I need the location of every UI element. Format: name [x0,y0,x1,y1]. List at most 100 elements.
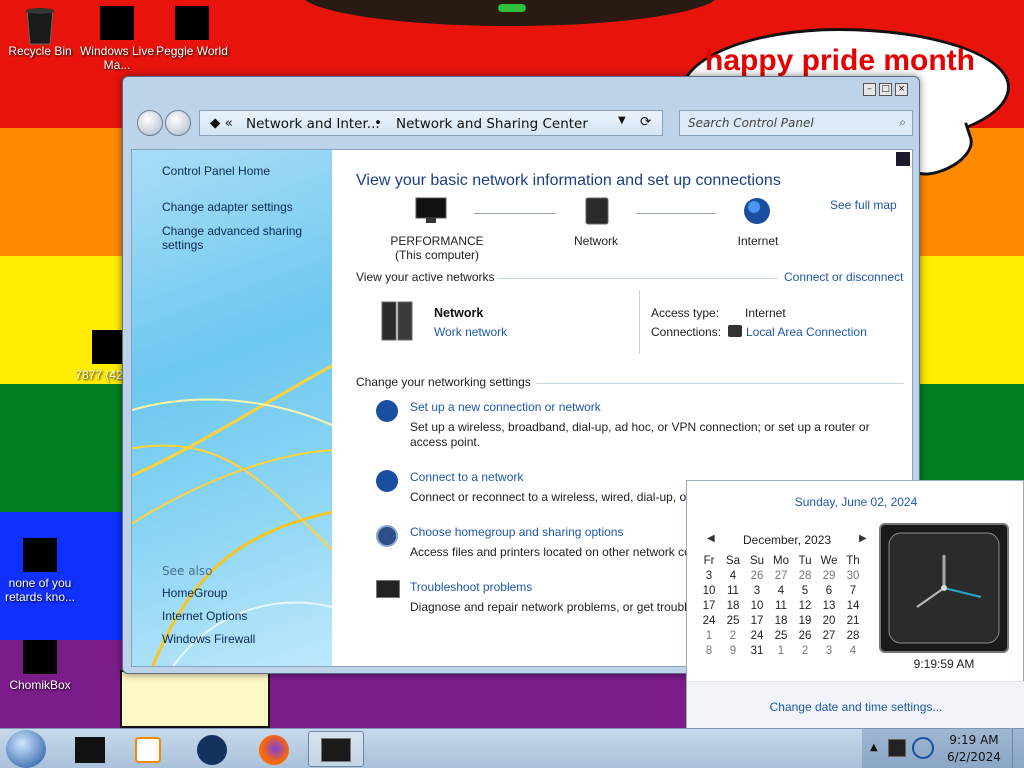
desktop-icon-label: Windows Live Ma... [79,44,155,72]
show-hidden-icons-button[interactable]: ▲ [870,742,878,753]
month-label[interactable]: December, 2023 [743,533,831,547]
desktop-icon-recycle-bin[interactable]: Recycle Bin [0,6,80,58]
day-cell[interactable]: 25 [721,613,745,628]
search-input[interactable]: Search Control Panel ⌕ [679,110,913,136]
maximize-button[interactable]: □ [879,83,892,96]
day-cell[interactable]: 17 [745,613,769,628]
day-cell[interactable]: 11 [769,598,793,613]
taskbar-app-1[interactable] [62,731,118,767]
day-cell[interactable]: 14 [841,598,865,613]
help-icon[interactable] [896,152,910,166]
day-cell[interactable]: 3 [697,568,721,583]
next-month-button[interactable]: ▶ [859,533,867,544]
local-area-connection-link[interactable]: Local Area Connection [746,325,867,339]
connections-label: Connections: [651,325,722,339]
day-cell[interactable]: 21 [841,613,865,628]
day-cell[interactable]: 18 [721,598,745,613]
ethernet-icon [728,325,742,337]
desktop-icon-label: ChomikBox [9,678,71,692]
access-type-value: Internet [745,306,786,320]
taskbar-firefox[interactable] [246,731,302,767]
day-cell[interactable]: 26 [793,628,817,643]
homegroup-link[interactable]: HomeGroup [162,586,227,600]
desktop-icon-windows-live[interactable]: Windows Live Ma... [76,6,158,72]
day-cell[interactable]: 28 [841,628,865,643]
change-adapter-settings-link[interactable]: Change adapter settings [162,200,293,214]
start-button[interactable] [6,730,46,768]
day-cell[interactable]: 3 [817,643,841,658]
week-row: 1 2 24 25 26 27 28 [697,628,865,643]
control-panel-home-link[interactable]: Control Panel Home [162,164,270,178]
day-cell[interactable]: 19 [793,613,817,628]
day-cell[interactable]: 1 [769,643,793,658]
windows-firewall-link[interactable]: Windows Firewall [162,632,255,646]
day-cell[interactable]: 18 [769,613,793,628]
prev-month-button[interactable]: ◀ [707,533,715,544]
tray-app-icon[interactable] [912,737,934,759]
setup-connection-link[interactable]: Set up a new connection or network [410,400,601,414]
back-button[interactable] [137,110,163,136]
show-desktop-button[interactable] [1012,729,1024,768]
day-cell[interactable]: 10 [697,583,721,598]
day-cell[interactable]: 27 [817,628,841,643]
day-cell[interactable]: 2 [793,643,817,658]
desktop-icon-chomikbox[interactable]: ChomikBox [0,640,80,692]
day-cell[interactable]: 3 [745,583,769,598]
taskbar-globe-app[interactable] [184,731,240,767]
day-cell[interactable]: 6 [817,583,841,598]
homegroup-sharing-link[interactable]: Choose homegroup and sharing options [410,525,623,539]
address-bar[interactable]: ◆ « Network and Inter... • Network and S… [199,110,663,136]
troubleshoot-link[interactable]: Troubleshoot problems [410,580,532,594]
change-advanced-sharing-link[interactable]: Change advanced sharing settings [162,224,312,252]
day-cell[interactable]: 4 [841,643,865,658]
day-cell[interactable]: 4 [769,583,793,598]
day-cell[interactable]: 17 [697,598,721,613]
see-full-map-link[interactable]: See full map [830,198,897,212]
day-cell[interactable]: 20 [817,613,841,628]
taskbar: ▲ 9:19 AM 6/2/2024 [0,728,1024,768]
search-icon[interactable]: ⌕ [899,115,906,130]
network-tray-icon[interactable] [888,739,906,757]
day-cell[interactable]: 10 [745,598,769,613]
change-date-time-link[interactable]: Change date and time settings... [687,700,1024,714]
connect-or-disconnect-link[interactable]: Connect or disconnect [784,270,903,284]
dropdown-arrow-icon[interactable]: ▼ [618,115,626,126]
day-cell[interactable]: 30 [841,568,865,583]
day-cell[interactable]: 31 [745,643,769,658]
forward-button[interactable] [165,110,191,136]
day-cell[interactable]: 9 [721,643,745,658]
breadcrumb-network-internet[interactable]: Network and Inter... [246,116,380,132]
desktop-icon-none-of-you[interactable]: none of you retards kno... [0,538,80,604]
day-cell[interactable]: 13 [817,598,841,613]
day-cell[interactable]: 5 [793,583,817,598]
day-cell[interactable]: 27 [769,568,793,583]
access-type-label: Access type: [651,306,720,320]
day-cell[interactable]: 28 [793,568,817,583]
taskbar-media-player[interactable] [120,731,176,767]
day-cell[interactable]: 4 [721,568,745,583]
day-cell[interactable]: 8 [697,643,721,658]
close-button[interactable]: × [895,83,908,96]
day-cell[interactable]: 24 [697,613,721,628]
desktop-icon-peggle-world[interactable]: Peggle World [152,6,232,58]
day-cell[interactable]: 25 [769,628,793,643]
minimize-button[interactable]: – [863,83,876,96]
day-cell[interactable]: 29 [817,568,841,583]
taskbar-clock[interactable]: 9:19 AM 6/2/2024 [942,733,1006,764]
day-cell[interactable]: 26 [745,568,769,583]
breadcrumb-network-sharing[interactable]: Network and Sharing Center [396,116,588,132]
work-network-link[interactable]: Work network [434,325,507,339]
internet-options-link[interactable]: Internet Options [162,609,247,623]
refresh-icon[interactable]: ⟳ [640,114,651,130]
day-cell[interactable]: 2 [721,628,745,643]
weekday-row: Fr Sa Su Mo Tu We Th [697,553,865,568]
day-cell[interactable]: 7 [841,583,865,598]
long-date-link[interactable]: Sunday, June 02, 2024 [687,495,1024,509]
taskbar-network-window[interactable] [308,731,364,767]
day-cell[interactable]: 11 [721,583,745,598]
day-cell[interactable]: 1 [697,628,721,643]
connect-network-link[interactable]: Connect to a network [410,470,523,484]
day-cell[interactable]: 24 [745,628,769,643]
day-cell[interactable]: 12 [793,598,817,613]
weekday: Su [749,554,765,567]
